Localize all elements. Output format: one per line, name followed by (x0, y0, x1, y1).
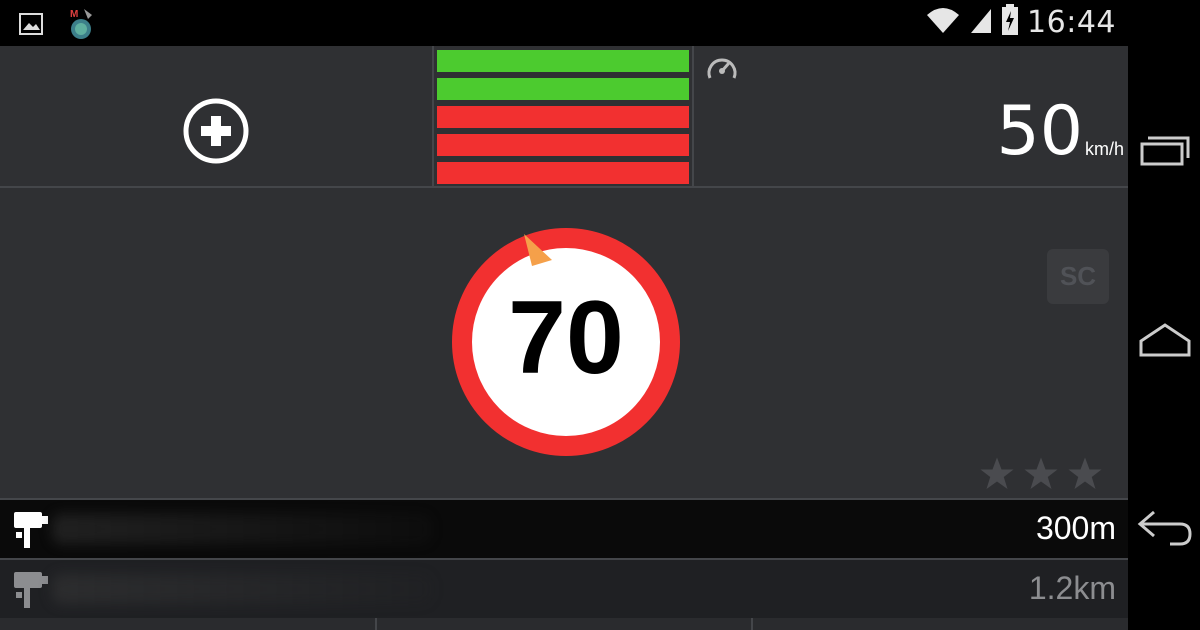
tab[interactable] (751, 618, 1128, 630)
back-button[interactable] (1136, 502, 1194, 552)
star-icon (1068, 457, 1102, 489)
speed-bar (437, 162, 689, 184)
rating-stars[interactable] (978, 456, 1104, 492)
clock: 16:44 (1027, 5, 1116, 40)
star-icon (1024, 457, 1058, 489)
alert-row[interactable]: 300m (0, 498, 1128, 558)
alert-street-blurred (52, 514, 432, 544)
back-icon (1137, 510, 1192, 546)
speed-bar (437, 78, 689, 100)
current-speed: 50 km/h (996, 98, 1124, 166)
speed-camera-icon (14, 512, 48, 548)
navigation-bar (1128, 0, 1200, 630)
speed-bar (437, 50, 689, 72)
speedometer-icon[interactable] (705, 52, 739, 82)
tab[interactable] (374, 618, 752, 630)
plus-circle-icon (183, 98, 249, 164)
home-button[interactable] (1136, 314, 1194, 364)
speed-limit-panel: 70 SC (0, 188, 1128, 496)
wifi-icon (925, 5, 961, 40)
tab[interactable] (0, 618, 375, 630)
app-notification-icon: M (64, 7, 98, 46)
speed-bars (432, 46, 694, 186)
speed-unit: km/h (1084, 139, 1124, 159)
alert-row[interactable]: 1.2km (0, 558, 1128, 618)
add-button[interactable] (183, 98, 249, 164)
current-speed-value: 50 (996, 92, 1083, 171)
recent-apps-button[interactable] (1136, 124, 1194, 174)
cell-signal-icon (969, 5, 993, 40)
bottom-tab-bar (0, 618, 1128, 630)
battery-charging-icon (1001, 4, 1019, 41)
alert-distance: 300m (1035, 510, 1116, 546)
speed-limit-value: 70 (508, 280, 624, 396)
speed-bar (437, 106, 689, 128)
gallery-icon (18, 11, 44, 42)
svg-text:M: M (70, 9, 78, 20)
alert-distance: 1.2km (1028, 570, 1116, 606)
home-icon (1139, 323, 1191, 357)
alert-street-blurred (52, 574, 432, 604)
speed-bar (437, 134, 689, 156)
sc-badge[interactable]: SC (1047, 249, 1109, 304)
app-area: 50 km/h 70 SC 300m 1.2km (0, 46, 1128, 630)
star-icon (980, 457, 1014, 489)
speed-camera-icon (14, 572, 48, 608)
recent-apps-icon (1140, 136, 1190, 166)
top-panel: 50 km/h (0, 46, 1128, 188)
status-bar: M 16:44 (0, 0, 1128, 46)
